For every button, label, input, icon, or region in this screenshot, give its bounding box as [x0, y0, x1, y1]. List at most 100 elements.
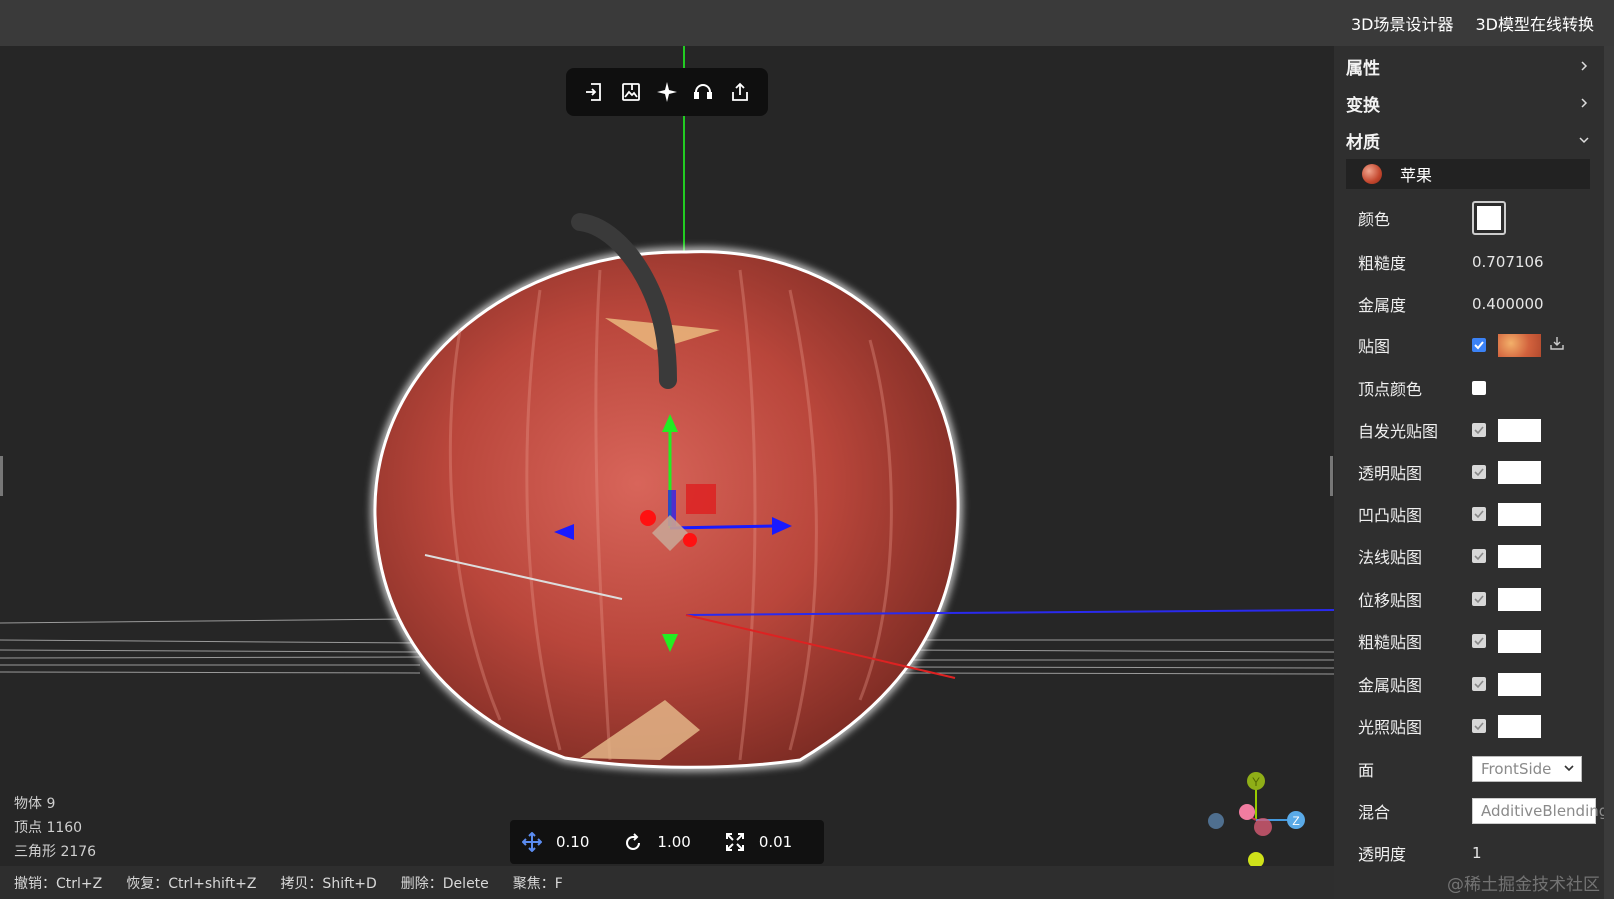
shortcut-copy: 拷贝：Shift+D	[280, 875, 377, 892]
chevron-down-icon	[1563, 760, 1575, 778]
roughness-label: 粗糙度	[1358, 254, 1407, 273]
displacement-map-checkbox[interactable]	[1472, 592, 1486, 606]
side-select-value: FrontSide	[1481, 760, 1552, 778]
alpha-map-label: 透明贴图	[1358, 464, 1423, 483]
light-map-checkbox[interactable]	[1472, 719, 1486, 733]
shortcut-undo: 撤销：Ctrl+Z	[14, 875, 103, 892]
blending-label: 混合	[1358, 803, 1391, 822]
view-gizmo-neg-x[interactable]	[1239, 804, 1255, 820]
stat-objects: 物体 9	[14, 796, 56, 812]
metalness-map-checkbox[interactable]	[1472, 677, 1486, 691]
focus-icon[interactable]	[653, 78, 681, 106]
import-icon[interactable]	[580, 78, 608, 106]
link-model-converter[interactable]: 3D模型在线转换	[1475, 11, 1594, 35]
snap-rotate-value[interactable]: 1.00	[657, 833, 690, 851]
view-gizmo[interactable]: Y Z	[1208, 772, 1305, 866]
row-side: 面 FrontSide	[1358, 756, 1598, 782]
export-icon[interactable]	[726, 78, 754, 106]
bump-map-label: 凹凸贴图	[1358, 506, 1423, 525]
shortcut-focus: 聚焦：F	[512, 875, 563, 892]
section-properties-label: 属性	[1346, 59, 1380, 79]
download-icon[interactable]	[1549, 335, 1565, 355]
metalness-label: 金属度	[1358, 296, 1407, 315]
section-transform[interactable]: 变换	[1334, 85, 1604, 122]
color-swatch[interactable]	[1472, 201, 1506, 235]
row-metalness-map: 金属贴图	[1358, 672, 1598, 696]
scene-stats: 物体 9 顶点 1160 三角形 2176	[14, 792, 96, 864]
3d-viewport[interactable]: Y Z 物体 9 顶点 1160 三角形 2176 0.10 1.00 0.01	[0, 46, 1334, 866]
light-map-slot[interactable]	[1498, 714, 1541, 738]
row-displacement-map: 位移贴图	[1358, 587, 1598, 611]
view-gizmo-neg-z[interactable]	[1208, 813, 1224, 829]
blending-field[interactable]: AdditiveBlending	[1472, 798, 1604, 824]
section-properties[interactable]: 属性	[1334, 48, 1604, 85]
row-roughness-map: 粗糙贴图	[1358, 629, 1598, 653]
panel-scrollbar[interactable]	[1604, 46, 1614, 899]
emissive-map-checkbox[interactable]	[1472, 423, 1486, 437]
map-checkbox[interactable]	[1472, 338, 1486, 352]
roughness-map-slot[interactable]	[1498, 629, 1541, 653]
left-resize-handle[interactable]	[0, 456, 3, 496]
watermark: @稀土掘金技术社区	[1447, 875, 1600, 895]
opacity-label: 透明度	[1358, 845, 1407, 864]
row-alpha-map: 透明贴图	[1358, 460, 1598, 484]
section-transform-label: 变换	[1346, 96, 1380, 116]
material-name: 苹果	[1400, 166, 1433, 185]
scene-canvas[interactable]: Y Z	[0, 46, 1334, 866]
snap-bar: 0.10 1.00 0.01	[510, 820, 824, 864]
normal-map-label: 法线贴图	[1358, 548, 1423, 567]
row-roughness: 粗糙度 0.707106	[1358, 250, 1598, 274]
opacity-value[interactable]: 1	[1472, 844, 1482, 862]
emissive-map-slot[interactable]	[1498, 418, 1541, 442]
row-emissive-map: 自发光贴图	[1358, 418, 1598, 442]
displacement-map-slot[interactable]	[1498, 587, 1541, 611]
view-gizmo-x[interactable]	[1254, 818, 1272, 836]
bump-map-slot[interactable]	[1498, 502, 1541, 526]
metalness-value[interactable]: 0.400000	[1472, 295, 1544, 313]
snap-scale[interactable]: 0.01	[725, 832, 792, 852]
gizmo-rotate-handle[interactable]	[640, 510, 656, 526]
row-bump-map: 凹凸贴图	[1358, 502, 1598, 526]
row-map: 贴图	[1358, 333, 1598, 357]
image-import-icon[interactable]	[617, 78, 645, 106]
vertex-colors-checkbox[interactable]	[1472, 381, 1486, 395]
view-gizmo-z-label: Z	[1292, 814, 1299, 828]
snap-move-value[interactable]: 0.10	[556, 833, 589, 851]
scene-toolbar	[566, 68, 768, 116]
normal-map-checkbox[interactable]	[1472, 549, 1486, 563]
properties-panel: 属性 变换 材质 苹果 颜色 粗糙度 0.707106 金属度 0.400000…	[1334, 46, 1604, 899]
snap-move[interactable]: 0.10	[522, 832, 589, 852]
metalness-map-slot[interactable]	[1498, 672, 1541, 696]
link-scene-designer[interactable]: 3D场景设计器	[1351, 11, 1454, 35]
light-map-label: 光照贴图	[1358, 718, 1423, 737]
normal-map-slot[interactable]	[1498, 544, 1541, 568]
shortcut-delete: 删除：Delete	[400, 875, 489, 892]
map-texture-thumbnail[interactable]	[1498, 333, 1541, 357]
material-selector[interactable]: 苹果	[1346, 159, 1590, 189]
view-gizmo-neg-y[interactable]	[1248, 852, 1264, 866]
alpha-map-slot[interactable]	[1498, 460, 1541, 484]
view-gizmo-y-label: Y	[1252, 775, 1260, 789]
section-material[interactable]: 材质	[1334, 122, 1604, 159]
metalness-map-label: 金属贴图	[1358, 676, 1423, 695]
alpha-map-checkbox[interactable]	[1472, 465, 1486, 479]
support-icon[interactable]	[689, 78, 717, 106]
shortcut-redo: 恢复：Ctrl+shift+Z	[126, 875, 257, 892]
rotate-icon	[626, 833, 641, 850]
side-select[interactable]: FrontSide	[1472, 756, 1582, 782]
bump-map-checkbox[interactable]	[1472, 507, 1486, 521]
top-bar: 3D场景设计器 3D模型在线转换	[0, 0, 1614, 46]
snap-rotate[interactable]: 1.00	[623, 832, 691, 852]
roughness-value[interactable]: 0.707106	[1472, 253, 1544, 271]
color-label: 颜色	[1358, 210, 1391, 229]
row-normal-map: 法线贴图	[1358, 544, 1598, 568]
gizmo-plane-handle[interactable]	[686, 484, 716, 514]
stat-triangles: 三角形 2176	[14, 844, 97, 860]
vertex-colors-label: 顶点颜色	[1358, 380, 1423, 399]
roughness-map-checkbox[interactable]	[1472, 634, 1486, 648]
snap-scale-value[interactable]: 0.01	[759, 833, 792, 851]
roughness-map-label: 粗糙贴图	[1358, 633, 1423, 652]
right-resize-handle[interactable]	[1330, 456, 1333, 496]
row-metalness: 金属度 0.400000	[1358, 292, 1598, 316]
map-label: 贴图	[1358, 337, 1391, 356]
